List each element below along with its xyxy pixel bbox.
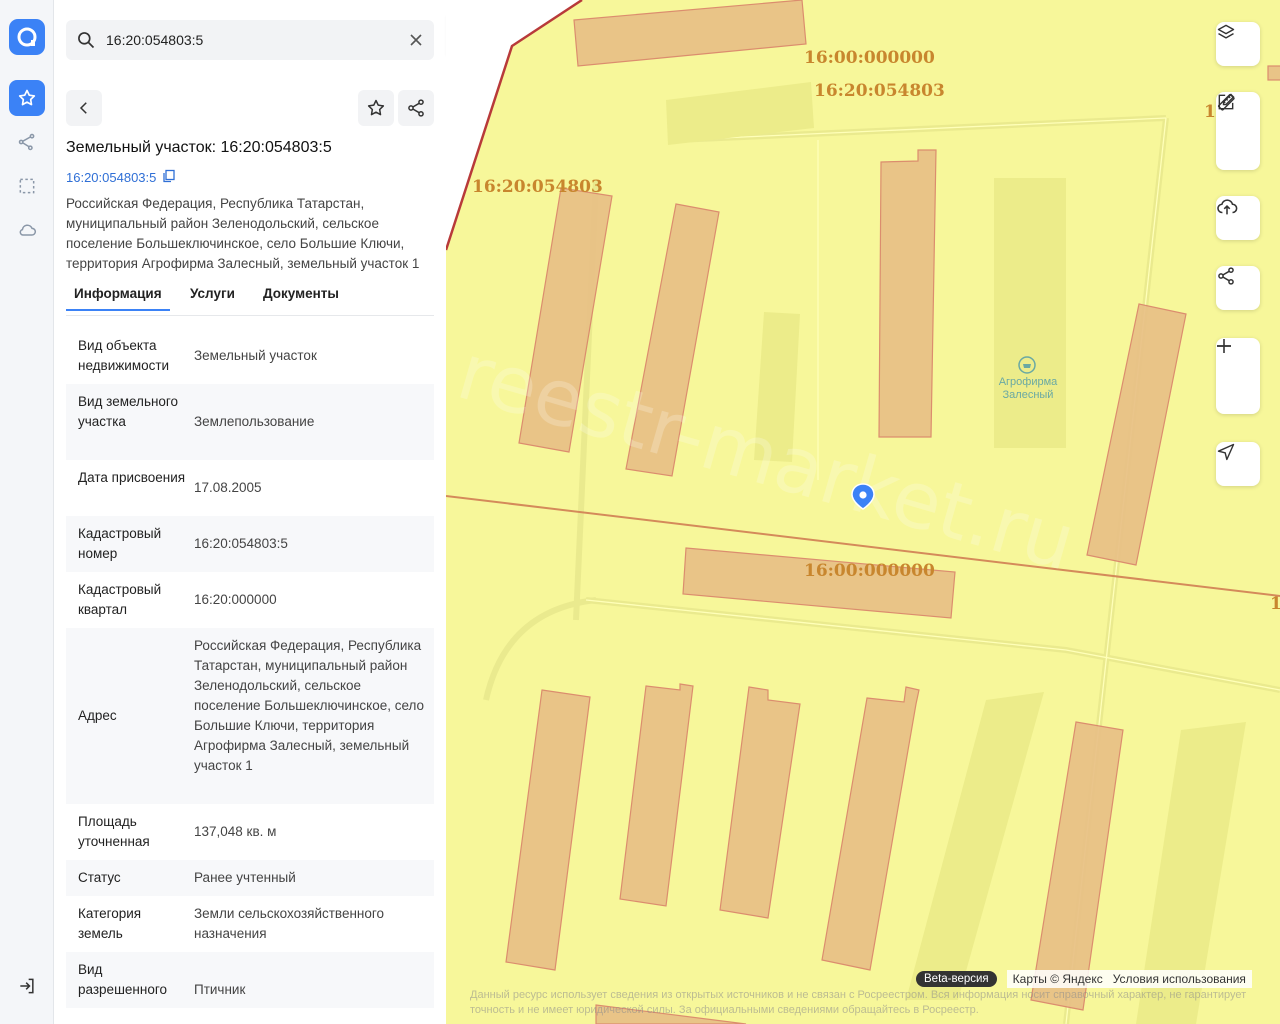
- search-box: [66, 20, 434, 60]
- table-row: Кадастровый номер 16:20:054803:5: [66, 516, 434, 572]
- row-key: Статус: [78, 870, 121, 885]
- search-icon: [76, 30, 96, 55]
- row-key: Вид земельного участка: [78, 394, 179, 429]
- map-edge-label: 1: [1270, 594, 1280, 614]
- row-value: Ранее учтенный: [194, 870, 296, 885]
- map-share-button[interactable]: [1216, 266, 1260, 310]
- row-key: Адрес: [78, 708, 117, 723]
- beta-badge: Beta-версия: [916, 971, 997, 987]
- row-key: Вид разрешенного: [78, 962, 167, 997]
- area-select-icon[interactable]: [9, 168, 45, 204]
- row-key: Категория земель: [78, 906, 142, 941]
- poi-label[interactable]: Агрофирма Залесный: [996, 376, 1060, 402]
- cloud-icon[interactable]: [9, 212, 45, 248]
- row-key: Кадастровый квартал: [78, 582, 162, 617]
- row-value: Птичник: [194, 982, 246, 997]
- attribution-text[interactable]: Карты © Яндекс: [1013, 972, 1103, 986]
- tab-services[interactable]: Услуги: [190, 286, 235, 301]
- map-canvas: reestr-market.ru: [446, 0, 1280, 1024]
- table-row: Вид земельного участка Землепользование: [66, 384, 434, 460]
- layers-button[interactable]: [1216, 22, 1260, 66]
- geolocate-button[interactable]: [1216, 442, 1260, 486]
- table-row: Категория земель Земли сельскохозяйствен…: [66, 896, 434, 952]
- row-key: Площадь уточненная: [78, 814, 150, 849]
- row-value: 17.08.2005: [194, 480, 262, 495]
- edit-icon[interactable]: [1216, 93, 1260, 167]
- table-row: Вид разрешенного Птичник: [66, 952, 434, 1008]
- row-value: Землепользование: [194, 414, 315, 429]
- info-table: Вид объекта недвижимости Земельный участ…: [66, 328, 434, 1008]
- tab-bar: Информация Услуги Документы: [66, 278, 434, 316]
- search-input[interactable]: [106, 20, 396, 60]
- row-key: Вид объекта недвижимости: [78, 338, 170, 373]
- map-disclaimer: Данный ресурс использует сведения из отк…: [470, 989, 1247, 1016]
- tab-information[interactable]: Информация: [66, 286, 170, 311]
- row-value: 16:20:054803:5: [194, 536, 288, 551]
- back-button[interactable]: [66, 90, 102, 126]
- cadastral-number-text[interactable]: 16:20:054803:5: [66, 170, 156, 185]
- table-row: Адрес Российская Федерация, Республика Т…: [66, 628, 434, 804]
- app-logo-icon[interactable]: [9, 19, 45, 55]
- row-value: Земельный участок: [194, 348, 317, 363]
- map-attribution: Карты © Яндекс Условия использования: [1006, 970, 1252, 988]
- table-row: Площадь уточненная 137,048 кв. м: [66, 804, 434, 860]
- map-view[interactable]: reestr-market.ru 16:00:000000 16:20:0548…: [446, 0, 1280, 1024]
- map-quarter-label: 16:00:000000: [804, 561, 935, 581]
- map-footer: Beta-версия Карты © Яндекс Условия испол…: [916, 970, 1252, 988]
- share-icon[interactable]: [1216, 267, 1260, 306]
- table-row: Статус Ранее учтенный: [66, 860, 434, 896]
- row-value: Российская Федерация, Республика Татарст…: [194, 638, 425, 773]
- row-key: Кадастровый номер: [78, 526, 162, 561]
- map-block-label: 16:20:054803: [472, 177, 603, 197]
- cloud-upload-icon[interactable]: [1216, 199, 1260, 236]
- parcel-title: Земельный участок: 16:20:054803:5: [66, 139, 332, 156]
- copy-icon[interactable]: [162, 169, 176, 186]
- clear-search-icon[interactable]: [406, 30, 426, 50]
- terms-link[interactable]: Условия использования: [1113, 972, 1246, 986]
- table-row: Вид объекта недвижимости Земельный участ…: [66, 328, 434, 384]
- row-value: 16:20:000000: [194, 592, 277, 607]
- cadastral-number-link[interactable]: 16:20:054803:5: [66, 169, 176, 186]
- logout-icon[interactable]: [9, 968, 45, 1004]
- layers-icon[interactable]: [1216, 24, 1260, 62]
- map-block-label: 16:20:054803: [814, 81, 945, 101]
- upload-button[interactable]: [1216, 196, 1260, 240]
- table-row: Дата присвоения 17.08.2005: [66, 460, 434, 516]
- parcel-address: Российская Федерация, Республика Татарст…: [66, 196, 420, 271]
- zoom-out-icon[interactable]: [1216, 345, 1260, 412]
- tools-group: [1216, 92, 1260, 170]
- row-value: Земли сельскохозяйственного назначения: [194, 906, 385, 941]
- add-favorite-button[interactable]: [358, 90, 394, 126]
- navigation-arrow-icon[interactable]: [1216, 443, 1260, 482]
- route-icon[interactable]: [9, 124, 45, 160]
- map-quarter-label: 16:00:000000: [804, 48, 935, 68]
- row-value: 137,048 кв. м: [194, 824, 277, 839]
- left-rail: [0, 0, 54, 1024]
- table-row: Кадастровый квартал 16:20:000000: [66, 572, 434, 628]
- tab-documents[interactable]: Документы: [263, 286, 339, 301]
- share-button[interactable]: [398, 90, 434, 126]
- info-panel: Земельный участок: 16:20:054803:5 16:20:…: [54, 0, 446, 1024]
- row-key: Дата присвоения: [78, 470, 186, 485]
- favorites-icon[interactable]: [9, 80, 45, 116]
- zoom-controls: [1216, 338, 1260, 414]
